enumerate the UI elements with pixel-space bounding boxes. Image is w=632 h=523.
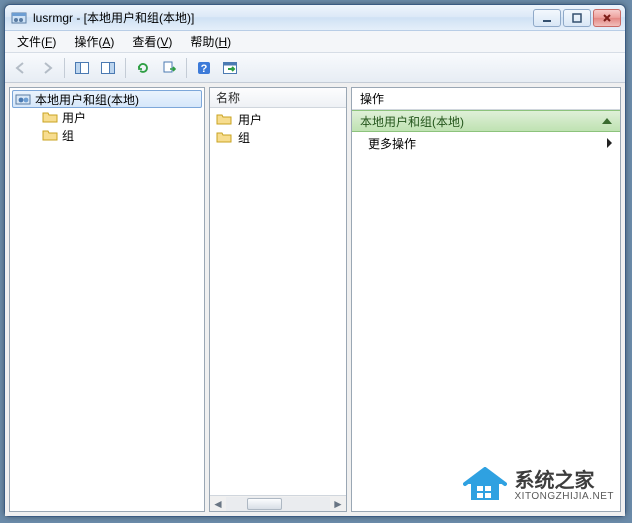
list-item[interactable]: 用户 — [212, 110, 344, 128]
house-logo-icon — [463, 467, 507, 505]
help-icon: ? — [196, 60, 212, 76]
app-icon — [11, 10, 27, 26]
refresh-icon — [135, 60, 151, 76]
show-hide-actions-button[interactable] — [96, 56, 120, 80]
properties-button[interactable] — [218, 56, 242, 80]
tree-body[interactable]: 本地用户和组(本地) 用户 — [10, 88, 204, 511]
export-icon — [161, 60, 177, 76]
horizontal-scrollbar[interactable]: ◄ ► — [210, 495, 346, 511]
folder-icon — [216, 111, 232, 127]
svg-text:?: ? — [201, 63, 208, 75]
actions-group-header[interactable]: 本地用户和组(本地) — [352, 110, 620, 132]
actions-pane-title: 操作 — [352, 88, 620, 110]
scroll-right-icon[interactable]: ► — [330, 496, 346, 512]
scrollbar-track[interactable] — [226, 497, 330, 511]
actions-panel-icon — [100, 60, 116, 76]
minimize-button[interactable] — [533, 9, 561, 27]
menu-action[interactable]: 操作(A) — [66, 31, 122, 52]
window-title: lusrmgr - [本地用户和组(本地)] — [33, 9, 533, 26]
tree-root-node[interactable]: 本地用户和组(本地) — [12, 90, 202, 108]
list-pane: 名称 用户 组 ◄ ► — [209, 87, 347, 512]
export-list-button[interactable] — [157, 56, 181, 80]
tree-node-label: 组 — [62, 127, 74, 144]
arrow-left-icon — [13, 60, 29, 76]
close-button[interactable] — [593, 9, 621, 27]
scrollbar-thumb[interactable] — [247, 498, 282, 510]
tree-node-users[interactable]: 用户 — [40, 108, 202, 126]
menu-file[interactable]: 文件(F) — [9, 31, 64, 52]
folder-icon — [42, 127, 58, 143]
action-more-actions[interactable]: 更多操作 — [352, 132, 620, 154]
list-column-header[interactable]: 名称 — [210, 88, 346, 108]
mmc-window: lusrmgr - [本地用户和组(本地)] 文件(F) 操作(A) 查看(V)… — [4, 4, 626, 517]
toolbar: ? — [5, 53, 625, 83]
tree-node-groups[interactable]: 组 — [40, 126, 202, 144]
watermark: 系统之家 XITONGZHIJIA.NET — [463, 467, 615, 505]
arrow-right-icon — [39, 60, 55, 76]
watermark-title: 系统之家 — [515, 471, 615, 491]
toolbar-separator — [186, 58, 187, 78]
nav-back-button[interactable] — [9, 56, 33, 80]
nav-forward-button[interactable] — [35, 56, 59, 80]
folder-icon — [216, 129, 232, 145]
tree-node-label: 用户 — [62, 109, 86, 126]
list-item[interactable]: 组 — [212, 128, 344, 146]
users-groups-icon — [15, 91, 31, 107]
menu-view[interactable]: 查看(V) — [124, 31, 180, 52]
actions-pane: 操作 本地用户和组(本地) 更多操作 — [351, 87, 621, 512]
tree-panel-icon — [74, 60, 90, 76]
list-item-label: 用户 — [238, 111, 262, 128]
window-controls — [533, 9, 621, 27]
list-body[interactable]: 用户 组 — [210, 108, 346, 511]
show-hide-tree-button[interactable] — [70, 56, 94, 80]
collapse-caret-icon — [602, 118, 612, 124]
scroll-left-icon[interactable]: ◄ — [210, 496, 226, 512]
toolbar-separator — [64, 58, 65, 78]
tree-pane: 本地用户和组(本地) 用户 — [9, 87, 205, 512]
maximize-button[interactable] — [563, 9, 591, 27]
list-item-label: 组 — [238, 129, 250, 146]
toolbar-separator — [125, 58, 126, 78]
refresh-button[interactable] — [131, 56, 155, 80]
properties-icon — [222, 60, 238, 76]
menu-help[interactable]: 帮助(H) — [182, 31, 239, 52]
tree-root-label: 本地用户和组(本地) — [35, 91, 139, 108]
client-area: 本地用户和组(本地) 用户 — [5, 83, 625, 516]
folder-icon — [42, 109, 58, 125]
submenu-arrow-icon — [607, 138, 612, 148]
titlebar[interactable]: lusrmgr - [本地用户和组(本地)] — [5, 5, 625, 31]
menubar: 文件(F) 操作(A) 查看(V) 帮助(H) — [5, 31, 625, 53]
watermark-url: XITONGZHIJIA.NET — [515, 491, 615, 502]
help-button[interactable]: ? — [192, 56, 216, 80]
